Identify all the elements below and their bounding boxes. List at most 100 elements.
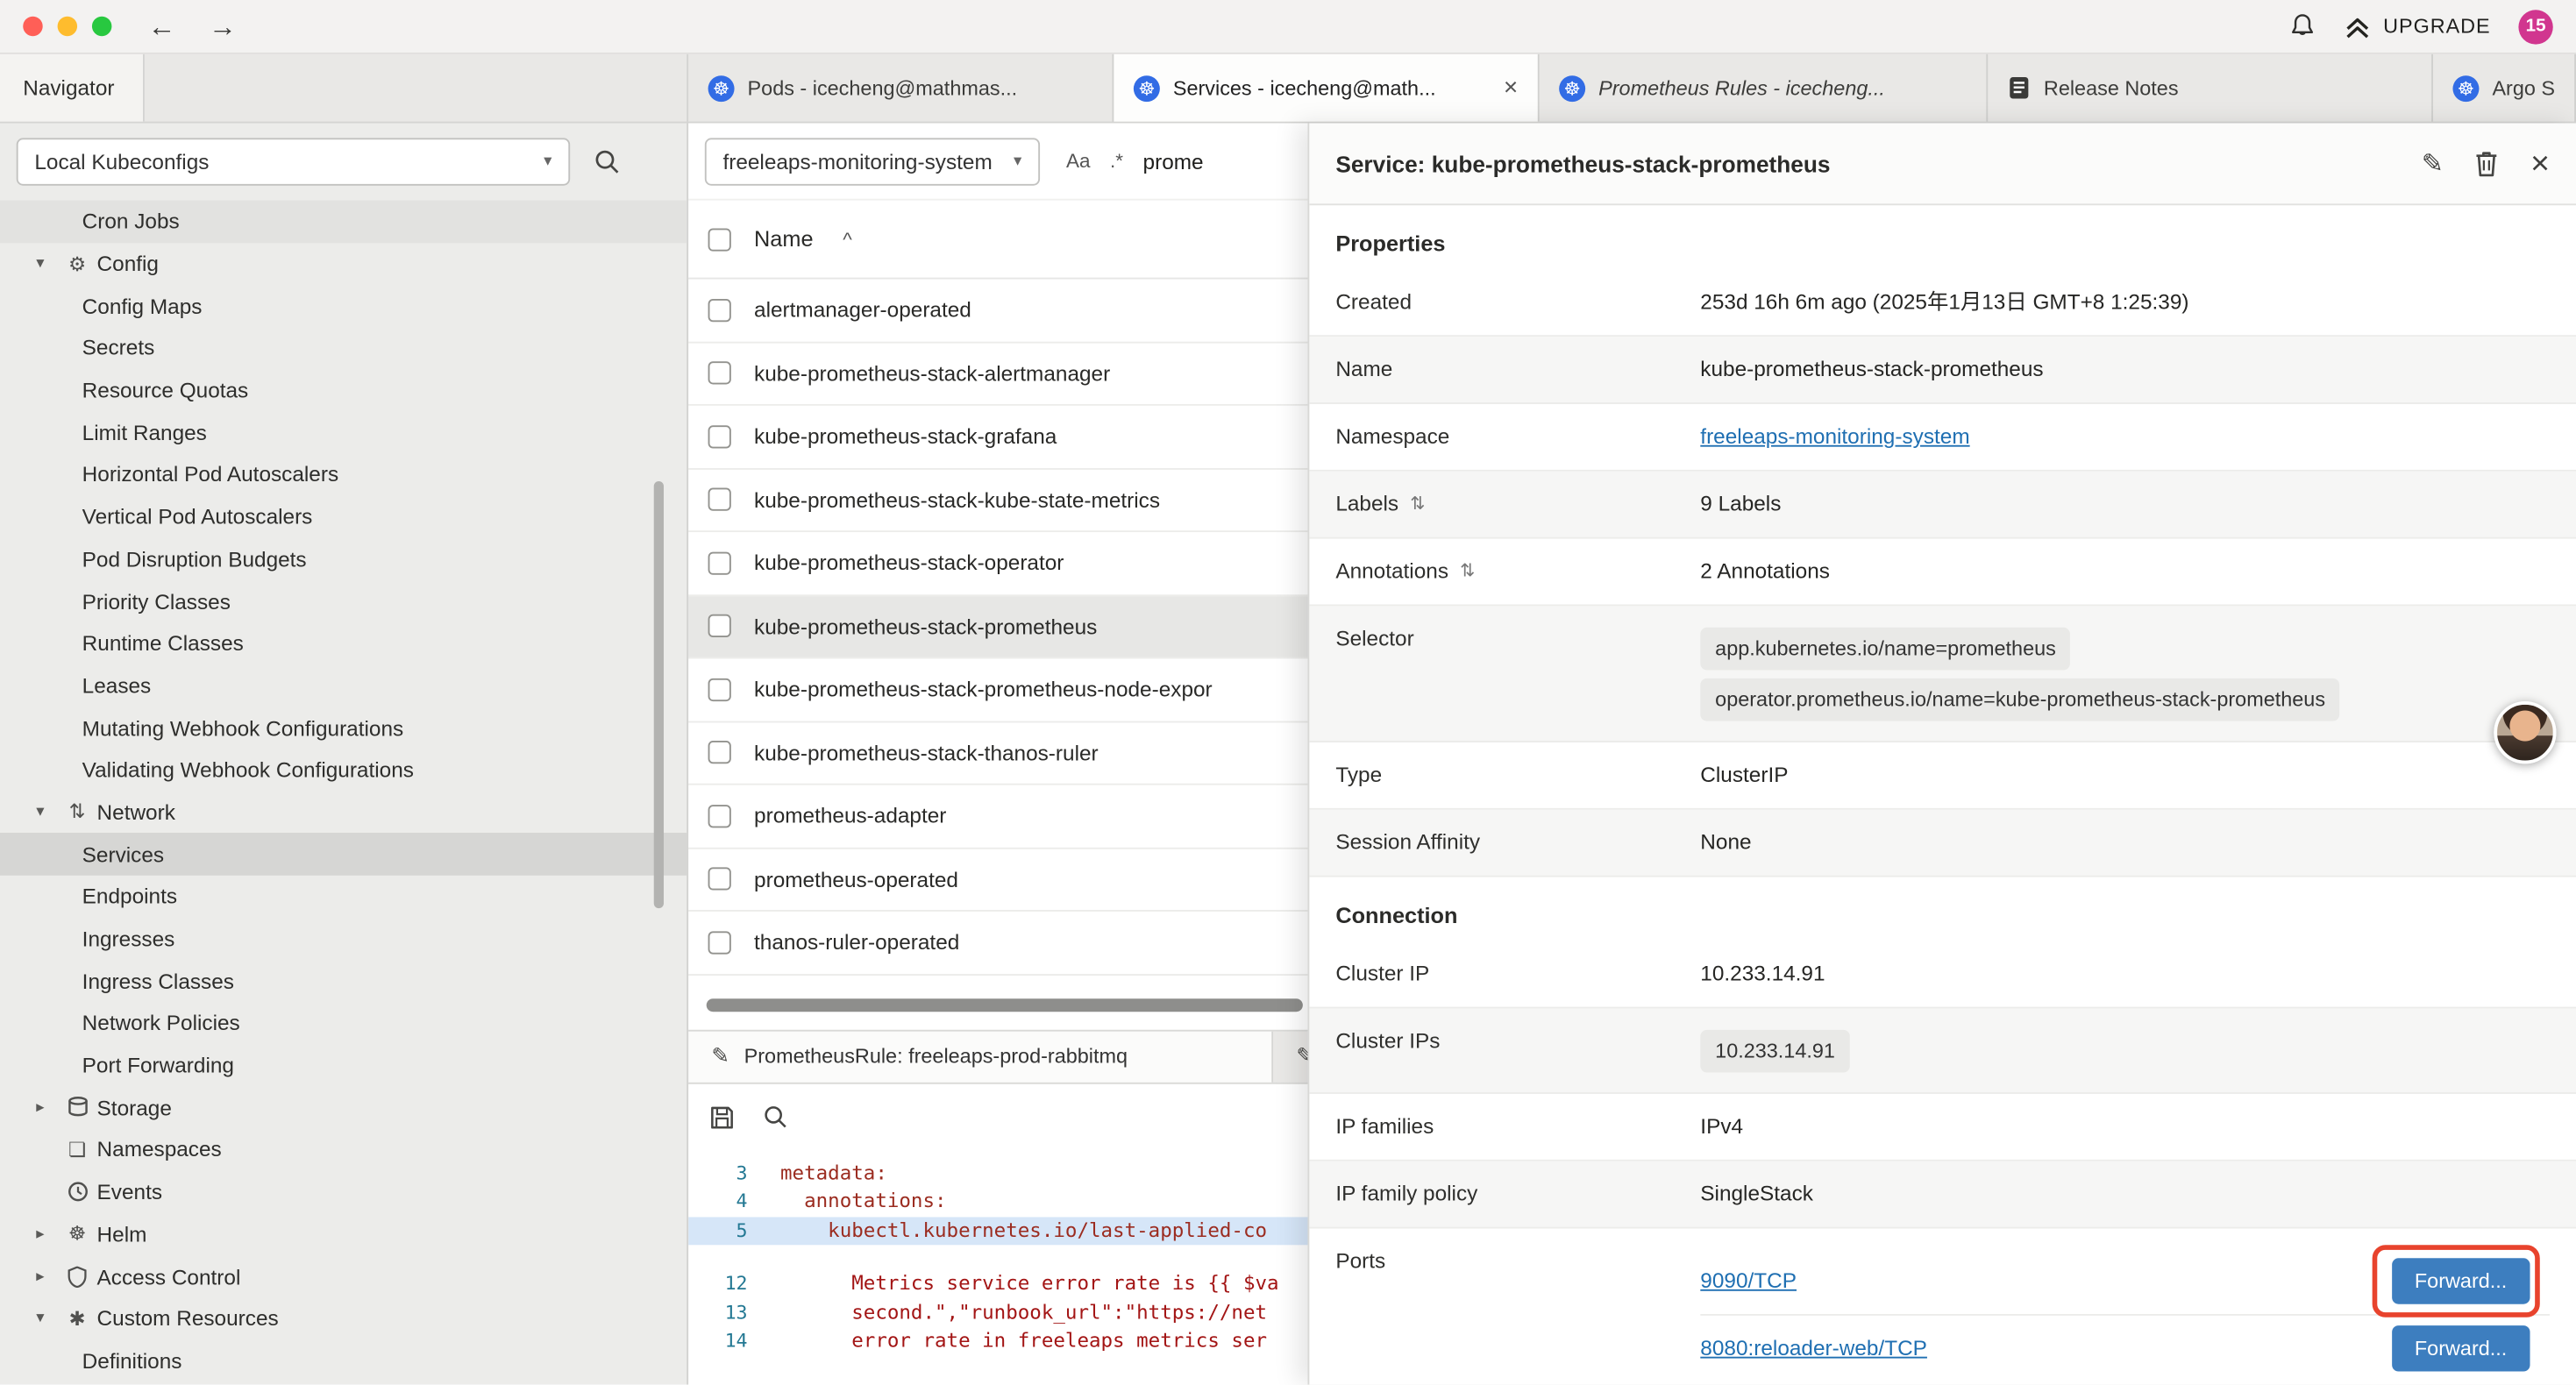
- kubeconfig-selector[interactable]: Local Kubeconfigs ▾: [17, 138, 570, 185]
- sidebar-item-validating-webhook-configurations[interactable]: Validating Webhook Configurations: [0, 749, 687, 791]
- sidebar-item-definitions[interactable]: Definitions: [0, 1339, 687, 1381]
- horizontal-scrollbar-thumb[interactable]: [707, 998, 1303, 1011]
- tab-strip-gap: [145, 54, 688, 122]
- sidebar-item-services[interactable]: Services: [0, 834, 687, 876]
- sidebar-item-port-forwarding[interactable]: Port Forwarding: [0, 1044, 687, 1086]
- sidebar-item-helm[interactable]: ▸☸Helm: [0, 1213, 687, 1255]
- sidebar-item-custom-resources[interactable]: ▾✱Custom Resources: [0, 1297, 687, 1339]
- row-checkbox[interactable]: [708, 868, 731, 891]
- sidebar-item-secrets[interactable]: Secrets: [0, 327, 687, 369]
- search-icon[interactable]: [593, 148, 621, 176]
- chevron-right-icon[interactable]: ▸: [36, 1225, 62, 1244]
- edit-icon[interactable]: ✎: [2422, 147, 2444, 180]
- value-badge: operator.prometheus.io/name=kube-prometh…: [1700, 678, 2340, 721]
- tab-label: Pods - icecheng@mathmas...: [748, 76, 1018, 99]
- chevron-down-icon[interactable]: ▾: [36, 803, 62, 821]
- bell-icon[interactable]: [2288, 11, 2316, 41]
- tab-strip: Navigator ☸Pods - icecheng@mathmas...☸Se…: [0, 54, 2576, 124]
- sidebar-item-config[interactable]: ▾⚙Config: [0, 243, 687, 285]
- chevron-right-icon[interactable]: ▸: [36, 1098, 62, 1117]
- code-text: metadata:: [780, 1159, 887, 1188]
- minimize-window-button[interactable]: [58, 17, 77, 36]
- sidebar-item-vertical-pod-autoscalers[interactable]: Vertical Pod Autoscalers: [0, 496, 687, 538]
- upgrade-button[interactable]: UPGRADE: [2344, 14, 2490, 39]
- forward-button[interactable]: Forward...: [2392, 1258, 2530, 1303]
- chevron-down-icon[interactable]: ▾: [36, 1310, 62, 1328]
- sidebar-item-access-control[interactable]: ▸Access Control: [0, 1255, 687, 1297]
- row-checkbox[interactable]: [708, 488, 731, 511]
- sidebar-item-events[interactable]: Events: [0, 1171, 687, 1213]
- avatar[interactable]: [2494, 701, 2556, 764]
- row-checkbox[interactable]: [708, 805, 731, 827]
- tab-release-notes[interactable]: Release Notes: [1988, 54, 2433, 122]
- asterisk-icon: ✱: [62, 1307, 92, 1330]
- sort-ascending-icon[interactable]: ^: [843, 228, 852, 251]
- chevron-right-icon[interactable]: ▸: [36, 1268, 62, 1286]
- sidebar-item-limit-ranges[interactable]: Limit Ranges: [0, 411, 687, 453]
- trash-icon[interactable]: [2474, 150, 2499, 178]
- clock-icon: [62, 1182, 92, 1203]
- tab-pods-icecheng-mathmas[interactable]: ☸Pods - icecheng@mathmas...: [688, 54, 1114, 122]
- tab-services-icecheng-math[interactable]: ☸Services - icecheng@math...×: [1114, 54, 1539, 122]
- dock-tab-prometheusrule[interactable]: ✎ PrometheusRule: freeleaps-prod-rabbitm…: [688, 1031, 1273, 1082]
- row-checkbox[interactable]: [708, 551, 731, 574]
- forward-button[interactable]: Forward...: [2392, 1325, 2530, 1370]
- sidebar-item-resource-quotas[interactable]: Resource Quotas: [0, 369, 687, 411]
- sidebar-item-ingress-classes[interactable]: Ingress Classes: [0, 960, 687, 1002]
- chevron-down-icon: ▾: [1014, 152, 1021, 170]
- tab-argo-se[interactable]: ☸Argo Se: [2433, 54, 2576, 122]
- regex-toggle[interactable]: .*: [1110, 150, 1123, 173]
- name-column-header[interactable]: Name: [754, 227, 813, 252]
- select-all-checkbox[interactable]: [708, 228, 731, 251]
- close-icon[interactable]: ×: [2530, 147, 2550, 180]
- sidebar-item-mutating-webhook-configurations[interactable]: Mutating Webhook Configurations: [0, 707, 687, 749]
- sidebar-item-horizontal-pod-autoscalers[interactable]: Horizontal Pod Autoscalers: [0, 453, 687, 495]
- expand-toggle-icon[interactable]: ⇅: [1460, 560, 1475, 581]
- sidebar-item-network[interactable]: ▾⇅Network: [0, 791, 687, 833]
- drawer-row-label: Created: [1335, 289, 1700, 314]
- back-icon[interactable]: ←: [148, 12, 176, 40]
- search-icon[interactable]: [762, 1104, 788, 1130]
- expand-toggle-icon[interactable]: ⇅: [1410, 493, 1425, 514]
- navigator-pane-header[interactable]: Navigator: [0, 54, 145, 122]
- row-checkbox[interactable]: [708, 742, 731, 764]
- row-checkbox[interactable]: [708, 299, 731, 322]
- zoom-window-button[interactable]: [92, 17, 111, 36]
- row-checkbox[interactable]: [708, 425, 731, 448]
- save-icon[interactable]: [708, 1103, 737, 1131]
- service-name: kube-prometheus-stack-alertmanager: [754, 361, 1110, 386]
- row-checkbox[interactable]: [708, 614, 731, 637]
- sidebar-item-namespaces[interactable]: ❏Namespaces: [0, 1128, 687, 1170]
- swap-vertical-icon: ⇅: [62, 800, 92, 823]
- namespace-selector[interactable]: freeleaps-monitoring-system ▾: [705, 137, 1040, 184]
- close-window-button[interactable]: [23, 17, 42, 36]
- chevron-down-icon[interactable]: ▾: [36, 254, 62, 273]
- drawer-row-label: Session Affinity: [1335, 829, 1700, 854]
- tab-prometheus-rules-icecheng[interactable]: ☸Prometheus Rules - icecheng...: [1540, 54, 1989, 122]
- sidebar-item-runtime-classes[interactable]: Runtime Classes: [0, 622, 687, 664]
- sidebar-item-network-policies[interactable]: Network Policies: [0, 1002, 687, 1044]
- storage-icon: [62, 1096, 92, 1119]
- sidebar-item-endpoints[interactable]: Endpoints: [0, 876, 687, 918]
- sidebar-item-config-maps[interactable]: Config Maps: [0, 285, 687, 327]
- sidebar-item-storage[interactable]: ▸Storage: [0, 1086, 687, 1128]
- row-checkbox[interactable]: [708, 362, 731, 385]
- close-icon[interactable]: ×: [1491, 74, 1518, 102]
- sidebar-item-ingresses[interactable]: Ingresses: [0, 918, 687, 960]
- sidebar-item-pod-disruption-budgets[interactable]: Pod Disruption Budgets: [0, 538, 687, 580]
- row-checkbox[interactable]: [708, 678, 731, 700]
- port-link[interactable]: 9090/TCP: [1700, 1268, 1797, 1295]
- port-link[interactable]: 8080:reloader-web/TCP: [1700, 1334, 1927, 1360]
- sidebar-item-priority-classes[interactable]: Priority Classes: [0, 580, 687, 622]
- sidebar-item-leases[interactable]: Leases: [0, 664, 687, 707]
- drawer-row-annotations: Annotations⇅2 Annotations: [1309, 539, 2576, 607]
- notification-count-badge[interactable]: 15: [2518, 9, 2552, 43]
- forward-button-wrap: Forward...: [2392, 1325, 2530, 1370]
- details-drawer: Service: kube-prometheus-stack-prometheu…: [1307, 124, 2576, 1385]
- row-checkbox[interactable]: [708, 931, 731, 954]
- namespace-link[interactable]: freeleaps-monitoring-system: [1700, 423, 1969, 448]
- sidebar-item-cron-jobs[interactable]: Cron Jobs: [0, 201, 687, 243]
- match-case-toggle[interactable]: Aa: [1066, 150, 1091, 173]
- forward-icon[interactable]: →: [209, 12, 237, 40]
- sidebar-scrollbar[interactable]: [654, 481, 664, 908]
